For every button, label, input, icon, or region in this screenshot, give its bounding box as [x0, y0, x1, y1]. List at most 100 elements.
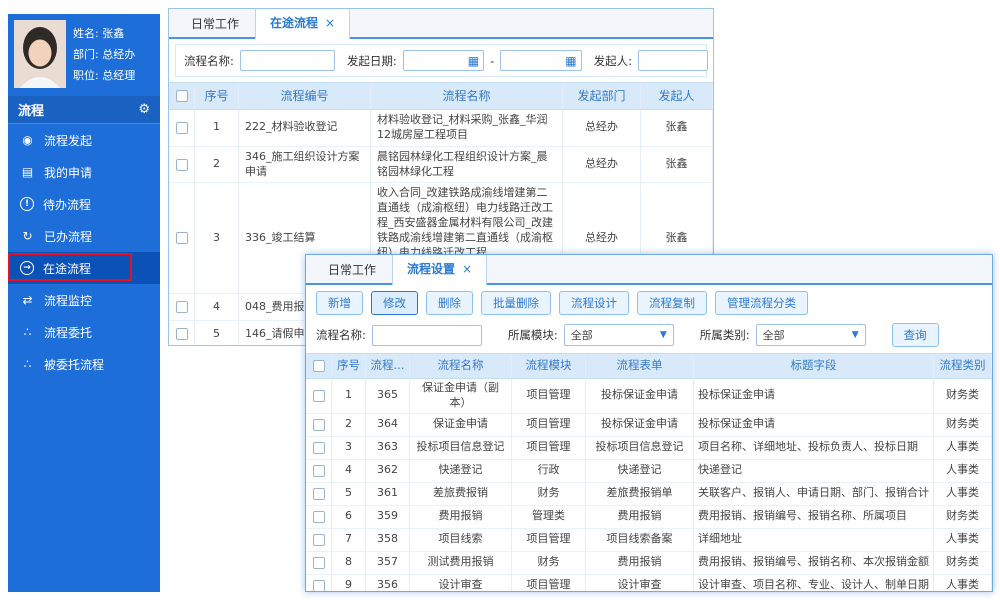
process-name-label: 流程名称: [184, 53, 234, 69]
table-row[interactable]: 1 365 保证金申请（副本） 项目管理 投标保证金申请 投标保证金申请 财务类 [306, 379, 992, 414]
category-select[interactable]: 全部 ▼ [756, 324, 866, 346]
calendar-icon[interactable]: ▦ [464, 54, 483, 68]
cell-code: 365 [366, 379, 410, 413]
cell-name: 快递登记 [410, 460, 512, 482]
table-row[interactable]: 7 358 项目线索 项目管理 项目线索备案 详细地址 人事类 [306, 529, 992, 552]
cell-no: 9 [332, 575, 366, 592]
table-row[interactable]: 2 364 保证金申请 项目管理 投标保证金申请 投标保证金申请 财务类 [306, 414, 992, 437]
table-row[interactable]: 4 362 快递登记 行政 快递登记 快递登记 人事类 [306, 460, 992, 483]
cell-title-field: 项目名称、详细地址、投标负责人、投标日期 [694, 437, 934, 459]
sidebar-item-label: 流程发起 [44, 132, 92, 149]
table-row[interactable]: 5 361 差旅费报销 财务 差旅费报销单 关联客户、报销人、申请日期、部门、报… [306, 483, 992, 506]
cell-name: 晨铭园林绿化工程组织设计方案_晨铭园林绿化工程 [371, 147, 563, 183]
chevron-down-icon: ▼ [852, 330, 859, 340]
cell-no: 8 [332, 552, 366, 574]
tab-process-settings[interactable]: 流程设置 × [392, 254, 487, 285]
row-checkbox[interactable] [176, 328, 188, 340]
table-row[interactable]: 6 359 费用报销 管理类 费用报销 费用报销、报销编号、报销名称、所属项目 … [306, 506, 992, 529]
row-checkbox[interactable] [313, 557, 325, 569]
cell-category: 人事类 [934, 483, 992, 505]
cell-title-field: 设计审查、项目名称、专业、设计人、制单日期 [694, 575, 934, 592]
row-checkbox[interactable] [313, 534, 325, 546]
table-row[interactable]: 9 356 设计审查 项目管理 设计审查 设计审查、项目名称、专业、设计人、制单… [306, 575, 992, 592]
date-from-input[interactable] [404, 52, 464, 69]
date-to-input[interactable] [501, 52, 561, 69]
cell-no: 5 [332, 483, 366, 505]
date-separator: - [490, 54, 494, 68]
tab-daily-work[interactable]: 日常工作 [314, 255, 390, 283]
sidebar-item-process-start[interactable]: ◉ 流程发起 [8, 124, 160, 156]
delete-button[interactable]: 删除 [426, 291, 473, 315]
sidebar-item-label: 待办流程 [43, 196, 91, 213]
org-icon: ∴ [20, 325, 35, 339]
row-checkbox[interactable] [313, 465, 325, 477]
manage-category-button[interactable]: 管理流程分类 [715, 291, 808, 315]
date-from-field[interactable]: ▦ [403, 50, 484, 71]
cell-no: 4 [195, 294, 239, 320]
close-icon[interactable]: × [325, 16, 335, 30]
tab-daily-work[interactable]: 日常工作 [177, 9, 253, 37]
refresh-icon: ↻ [20, 229, 35, 243]
category-label: 所属类别: [700, 327, 750, 343]
add-button[interactable]: 新增 [316, 291, 363, 315]
process-name-input[interactable] [372, 325, 482, 346]
cell-category: 财务类 [934, 379, 992, 413]
tab-bar: 日常工作 在途流程 × [169, 9, 713, 39]
close-icon[interactable]: × [462, 262, 472, 276]
cell-code: 346_施工组织设计方案申请 [239, 147, 371, 183]
cell-module: 管理类 [512, 506, 586, 528]
row-checkbox[interactable] [176, 301, 188, 313]
row-checkbox[interactable] [176, 159, 188, 171]
calendar-icon[interactable]: ▦ [561, 54, 580, 68]
select-all-checkbox[interactable] [176, 90, 188, 102]
row-checkbox[interactable] [313, 488, 325, 500]
category-selected-value: 全部 [763, 327, 785, 343]
modify-button[interactable]: 修改 [371, 291, 418, 315]
process-copy-button[interactable]: 流程复制 [637, 291, 707, 315]
tab-bar: 日常工作 流程设置 × [306, 255, 992, 285]
sidebar-item-my-applications[interactable]: ▤ 我的申请 [8, 156, 160, 188]
date-to-field[interactable]: ▦ [500, 50, 581, 71]
table-row[interactable]: 2 346_施工组织设计方案申请 晨铭园林绿化工程组织设计方案_晨铭园林绿化工程… [169, 147, 713, 184]
cell-code: 358 [366, 529, 410, 551]
sidebar-item-label: 流程监控 [44, 292, 92, 309]
table-row[interactable]: 3 363 投标项目信息登记 项目管理 投标项目信息登记 项目名称、详细地址、投… [306, 437, 992, 460]
cell-no: 2 [332, 414, 366, 436]
cell-person: 张鑫 [641, 110, 713, 146]
col-person: 发起人 [641, 83, 713, 109]
sidebar-item-pending[interactable]: ! 待办流程 [8, 188, 160, 220]
row-checkbox[interactable] [313, 511, 325, 523]
sidebar-item-delegated-to-me[interactable]: ∴ 被委托流程 [8, 348, 160, 380]
cell-name: 材料验收登记_材料采购_张鑫_华润12城房屋工程项目 [371, 110, 563, 146]
cell-category: 财务类 [934, 506, 992, 528]
row-checkbox[interactable] [313, 580, 325, 592]
row-checkbox[interactable] [313, 442, 325, 454]
gear-icon[interactable]: ⚙ [138, 102, 150, 117]
query-button[interactable]: 查询 [892, 323, 939, 347]
sidebar-item-in-transit[interactable]: → 在途流程 [8, 252, 160, 284]
cell-name: 设计审查 [410, 575, 512, 592]
cell-form: 设计审查 [586, 575, 694, 592]
sidebar-item-monitor[interactable]: ⇄ 流程监控 [8, 284, 160, 316]
process-settings-table-body: 1 365 保证金申请（副本） 项目管理 投标保证金申请 投标保证金申请 财务类… [306, 379, 992, 592]
process-design-button[interactable]: 流程设计 [559, 291, 629, 315]
cell-title-field: 投标保证金申请 [694, 414, 934, 436]
cell-module: 财务 [512, 483, 586, 505]
profile-name: 姓名: 张鑫 [73, 23, 135, 44]
table-row[interactable]: 1 222_材料验收登记 材料验收登记_材料采购_张鑫_华润12城房屋工程项目 … [169, 110, 713, 147]
row-checkbox[interactable] [313, 419, 325, 431]
sidebar-item-label: 在途流程 [43, 260, 91, 277]
process-name-input[interactable] [240, 50, 335, 71]
table-row[interactable]: 8 357 测试费用报销 财务 费用报销 费用报销、报销编号、报销名称、本次报销… [306, 552, 992, 575]
module-select[interactable]: 全部 ▼ [564, 324, 674, 346]
batch-delete-button[interactable]: 批量删除 [481, 291, 551, 315]
cell-title-field: 投标保证金申请 [694, 379, 934, 413]
row-checkbox[interactable] [313, 390, 325, 402]
initiator-input[interactable] [638, 50, 708, 71]
row-checkbox[interactable] [176, 122, 188, 134]
row-checkbox[interactable] [176, 232, 188, 244]
tab-in-transit[interactable]: 在途流程 × [255, 8, 350, 39]
sidebar-item-delegate[interactable]: ∴ 流程委托 [8, 316, 160, 348]
select-all-checkbox[interactable] [313, 360, 325, 372]
sidebar-item-completed[interactable]: ↻ 已办流程 [8, 220, 160, 252]
